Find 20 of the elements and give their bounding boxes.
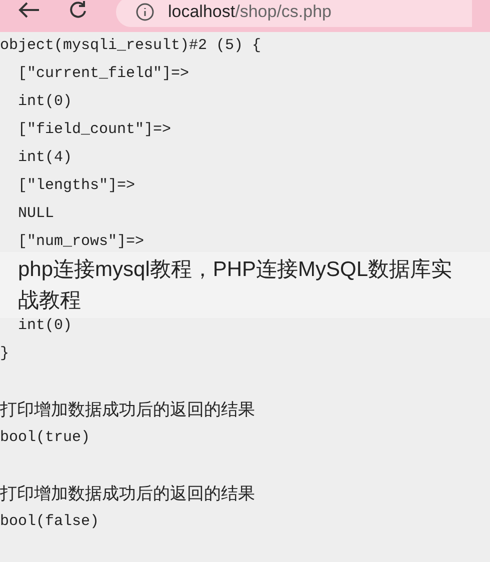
code-line: }: [0, 344, 10, 364]
code-line: object(mysqli_result)#2 (5) {: [0, 36, 262, 56]
caption-overlay: php连接mysql教程，PHP连接MySQL数据库实战教程: [0, 252, 490, 318]
code-line: ["field_count"]=>: [17, 120, 172, 140]
code-line: NULL: [17, 204, 54, 224]
code-line: int(4): [17, 148, 72, 168]
code-line: ["num_rows"]=>: [17, 232, 144, 252]
url-text: localhost/shop/cs.php: [168, 1, 332, 24]
info-icon[interactable]: [136, 3, 154, 21]
code-line: bool(false): [0, 512, 100, 532]
code-line: int(0): [17, 92, 72, 112]
reload-icon[interactable]: [68, 0, 88, 20]
output-text: 打印增加数据成功后的返回的结果: [0, 399, 255, 422]
code-line: ["lengths"]=>: [17, 176, 136, 196]
back-icon[interactable]: [18, 1, 40, 19]
code-line: int(0): [17, 316, 72, 336]
output-text: 打印增加数据成功后的返回的结果: [0, 483, 255, 506]
address-bar[interactable]: localhost/shop/cs.php: [116, 0, 472, 27]
code-line: bool(true): [0, 428, 90, 448]
code-line: ["current_field"]=>: [17, 64, 190, 84]
